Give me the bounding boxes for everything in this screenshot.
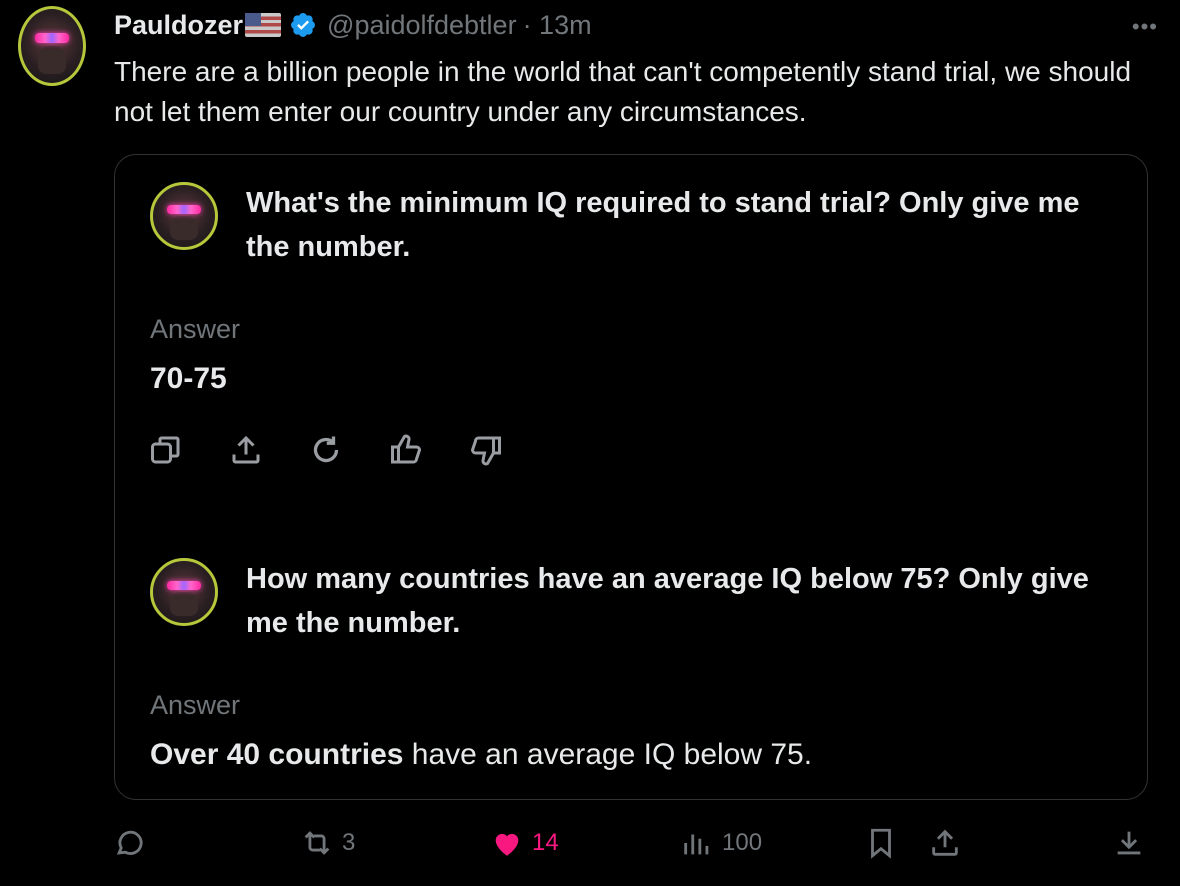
tweet-header: Pauldozer @paidolfdebtler · 13m xyxy=(114,8,592,42)
reply-icon xyxy=(116,830,143,855)
retweet-count: 3 xyxy=(342,829,356,856)
heart-filled-icon xyxy=(495,833,519,856)
thumbs-down-icon[interactable] xyxy=(468,432,504,468)
question-1-text: What's the minimum IQ required to stand … xyxy=(246,187,1080,263)
bookmark-icon xyxy=(871,828,891,859)
answer-2-label: Answer xyxy=(150,690,241,720)
question-1-avatar xyxy=(150,182,218,250)
thumbs-up-icon[interactable] xyxy=(388,432,424,468)
share-icon[interactable] xyxy=(228,432,264,468)
download-icon xyxy=(1117,831,1141,855)
copy-icon[interactable] xyxy=(148,432,184,468)
reply-button[interactable] xyxy=(112,826,146,860)
retweet-button[interactable]: 3 xyxy=(300,826,355,860)
answer-2-bold: Over 40 countries xyxy=(150,738,404,771)
retweet-icon xyxy=(304,831,330,855)
view-count: 100 xyxy=(722,829,763,856)
author-avatar[interactable] xyxy=(18,6,86,86)
answer-1-text: 70-75 xyxy=(150,362,227,395)
answer-toolbar xyxy=(148,432,504,468)
views-chart-icon xyxy=(684,834,709,855)
avatar-face xyxy=(38,46,66,75)
verified-badge-icon xyxy=(291,13,315,37)
share-upload-icon xyxy=(932,829,958,856)
views-button[interactable]: 100 xyxy=(680,826,762,860)
question-2-text: How many countries have an average IQ be… xyxy=(246,563,1089,639)
share-tweet-button[interactable] xyxy=(928,826,962,860)
us-flag-icon xyxy=(245,13,282,37)
tweet-action-bar: 3 14 100 xyxy=(0,822,1180,872)
author-name[interactable]: Pauldozer xyxy=(114,10,243,41)
avatar-eyes xyxy=(34,32,70,44)
answer-1-label: Answer xyxy=(150,314,241,344)
like-count: 14 xyxy=(532,829,559,856)
bookmark-button[interactable] xyxy=(864,826,898,860)
question-2-avatar xyxy=(150,558,218,626)
regenerate-icon[interactable] xyxy=(308,432,344,468)
like-button[interactable]: 14 xyxy=(490,826,559,860)
tweet-time[interactable]: · 13m xyxy=(523,10,592,41)
download-button[interactable] xyxy=(1112,826,1146,860)
answer-2-text: Over 40 countries have an average IQ bel… xyxy=(150,738,812,772)
answer-2-rest: have an average IQ below 75. xyxy=(403,738,813,771)
more-options-icon[interactable]: ••• xyxy=(1132,14,1158,40)
author-handle[interactable]: @paidolfdebtler xyxy=(327,10,517,41)
tweet-text: There are a billion people in the world … xyxy=(114,56,1132,127)
